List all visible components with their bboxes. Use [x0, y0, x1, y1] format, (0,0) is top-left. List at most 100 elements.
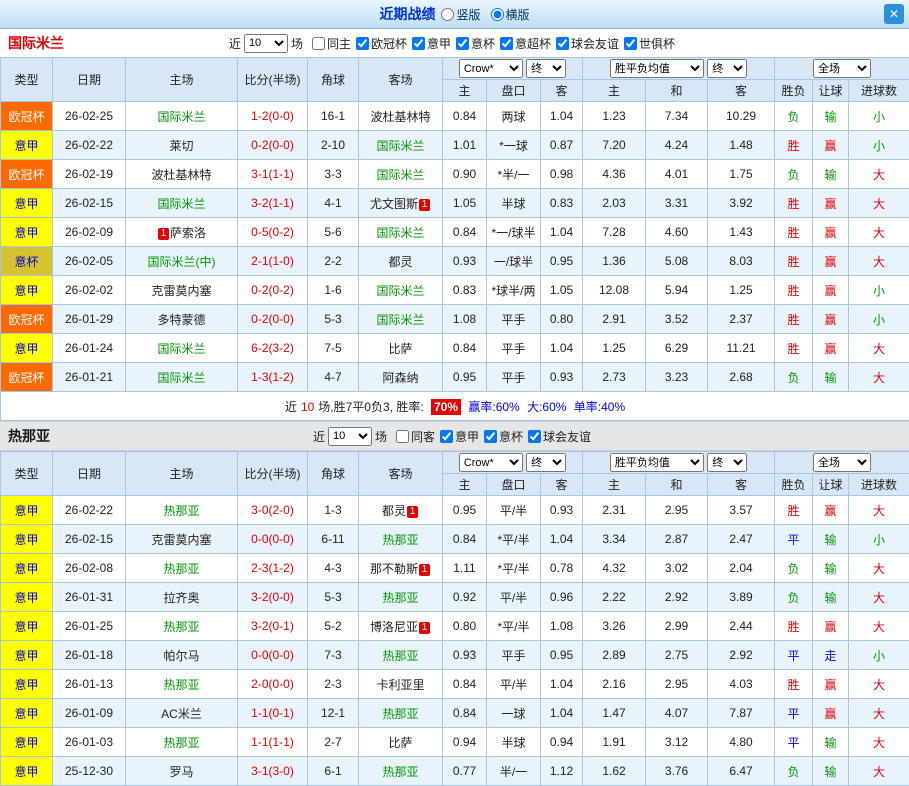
euro-away-odds: 8.03	[708, 247, 775, 276]
euro-odds-group-header: 胜平负均值 终	[583, 452, 775, 474]
euro-draw-odds: 2.87	[646, 525, 708, 554]
euro-home-odds: 12.08	[583, 276, 646, 305]
competition-checkbox[interactable]	[396, 430, 409, 443]
handicap-result-value: 赢	[825, 504, 837, 518]
goals-result-value: 大	[873, 736, 885, 750]
competition-filter[interactable]: 世俱杯	[624, 35, 675, 52]
home-team-cell: 国际米兰	[126, 102, 238, 131]
layout-radio[interactable]	[441, 8, 454, 21]
competition-filter[interactable]: 意杯	[484, 428, 523, 445]
competition-checkbox[interactable]	[556, 37, 569, 50]
match-type-cell: 意甲	[1, 728, 53, 757]
euro-odds-time-select[interactable]: 终	[707, 59, 747, 78]
inter-near-count-select[interactable]: 10	[244, 34, 288, 53]
result-value: 负	[788, 371, 800, 385]
goals-result-cell: 小	[849, 276, 909, 305]
match-date-cell: 26-02-05	[53, 247, 126, 276]
competition-checkbox[interactable]	[528, 430, 541, 443]
away-team-name: 热那亚	[382, 533, 418, 547]
asian-odds-time-select[interactable]: 终	[526, 453, 566, 472]
asian-away-odds: 0.93	[541, 496, 583, 525]
layout-radio-option[interactable]: 横版	[491, 6, 530, 23]
close-icon[interactable]: ✕	[884, 4, 904, 24]
competition-filter[interactable]: 球会友谊	[528, 428, 591, 445]
handicap-result-value: 赢	[825, 284, 837, 298]
col-header-home: 主场	[126, 452, 238, 496]
competition-filter[interactable]: 意甲	[440, 428, 479, 445]
competition-checkbox[interactable]	[456, 37, 469, 50]
genoa-competition-filters: 同客 意甲 意杯 球会友谊	[396, 428, 596, 445]
scope-select[interactable]: 全场	[813, 453, 871, 472]
match-date-cell: 26-02-15	[53, 525, 126, 554]
competition-label: 意杯	[471, 35, 495, 52]
corner-cell: 4-3	[308, 554, 359, 583]
asian-odds-time-select[interactable]: 终	[526, 59, 566, 78]
goals-result-value: 大	[873, 765, 885, 779]
competition-checkbox[interactable]	[500, 37, 513, 50]
asian-handicap: 半/一	[487, 757, 541, 786]
corner-cell: 5-2	[308, 612, 359, 641]
competition-filter[interactable]: 意甲	[412, 35, 451, 52]
result-value: 负	[788, 168, 800, 182]
competition-filter[interactable]: 同客	[396, 428, 435, 445]
match-type-cell: 意甲	[1, 641, 53, 670]
genoa-team-label: 热那亚	[8, 426, 50, 446]
away-team-name: 阿森纳	[382, 371, 418, 385]
genoa-table-body: 意甲 26-02-22 热那亚 3-0(2-0) 1-3 都灵1 0.95 平/…	[1, 496, 909, 786]
home-team-name: 拉齐奥	[163, 591, 199, 605]
match-date-cell: 26-02-19	[53, 160, 126, 189]
match-date-cell: 26-02-02	[53, 276, 126, 305]
home-team-cell: 热那亚	[126, 612, 238, 641]
asian-away-header: 客	[541, 474, 583, 496]
corner-cell: 2-2	[308, 247, 359, 276]
competition-filter[interactable]: 同主	[312, 35, 351, 52]
euro-away-odds: 3.57	[708, 496, 775, 525]
euro-odds-time-select[interactable]: 终	[707, 453, 747, 472]
score-cell: 1-2(0-0)	[238, 102, 308, 131]
competition-checkbox[interactable]	[484, 430, 497, 443]
goals-result-value: 大	[873, 678, 885, 692]
win-rate-badge: 70%	[431, 399, 461, 415]
handicap-result-cell: 赢	[813, 699, 849, 728]
corner-cell: 3-3	[308, 160, 359, 189]
result-cell: 平	[775, 525, 813, 554]
competition-checkbox[interactable]	[312, 37, 325, 50]
corner-cell: 5-6	[308, 218, 359, 247]
euro-odds-source-select[interactable]: 胜平负均值	[610, 59, 704, 78]
goals-result-value: 小	[873, 313, 885, 327]
competition-checkbox[interactable]	[624, 37, 637, 50]
layout-radio-option[interactable]: 竖版	[441, 6, 480, 23]
goals-result-value: 小	[873, 284, 885, 298]
match-type-cell: 欧冠杯	[1, 102, 53, 131]
layout-radio[interactable]	[491, 8, 504, 21]
match-type-cell: 欧冠杯	[1, 363, 53, 392]
bookmaker-select[interactable]: Crow*	[459, 453, 523, 472]
col-header-type: 类型	[1, 58, 53, 102]
match-date-cell: 26-02-22	[53, 131, 126, 160]
scope-select[interactable]: 全场	[813, 59, 871, 78]
competition-label: 世俱杯	[639, 35, 675, 52]
result-cell: 胜	[775, 612, 813, 641]
col-header-date: 日期	[53, 58, 126, 102]
competition-checkbox[interactable]	[440, 430, 453, 443]
bookmaker-select[interactable]: Crow*	[459, 59, 523, 78]
score-cell: 3-0(2-0)	[238, 496, 308, 525]
competition-filter[interactable]: 意杯	[456, 35, 495, 52]
competition-filter[interactable]: 欧冠杯	[356, 35, 407, 52]
home-team-name: 波杜基林特	[151, 168, 211, 182]
asian-away-odds: 0.93	[541, 363, 583, 392]
euro-odds-source-select[interactable]: 胜平负均值	[610, 453, 704, 472]
competition-filter[interactable]: 意超杯	[500, 35, 551, 52]
competition-checkbox[interactable]	[412, 37, 425, 50]
goals-result-cell: 大	[849, 496, 909, 525]
away-red-badge: 1	[419, 622, 430, 634]
result-header: 胜负	[775, 474, 813, 496]
competition-filter[interactable]: 球会友谊	[556, 35, 619, 52]
match-row: 意杯 26-02-05 国际米兰(中) 2-1(1-0) 2-2 都灵 0.93…	[1, 247, 909, 276]
euro-draw-odds: 6.29	[646, 334, 708, 363]
goals-result-cell: 大	[849, 334, 909, 363]
home-team-cell: 1萨索洛	[126, 218, 238, 247]
asian-odds-group-header: Crow* 终	[443, 452, 583, 474]
genoa-near-count-select[interactable]: 10	[328, 427, 372, 446]
competition-checkbox[interactable]	[356, 37, 369, 50]
